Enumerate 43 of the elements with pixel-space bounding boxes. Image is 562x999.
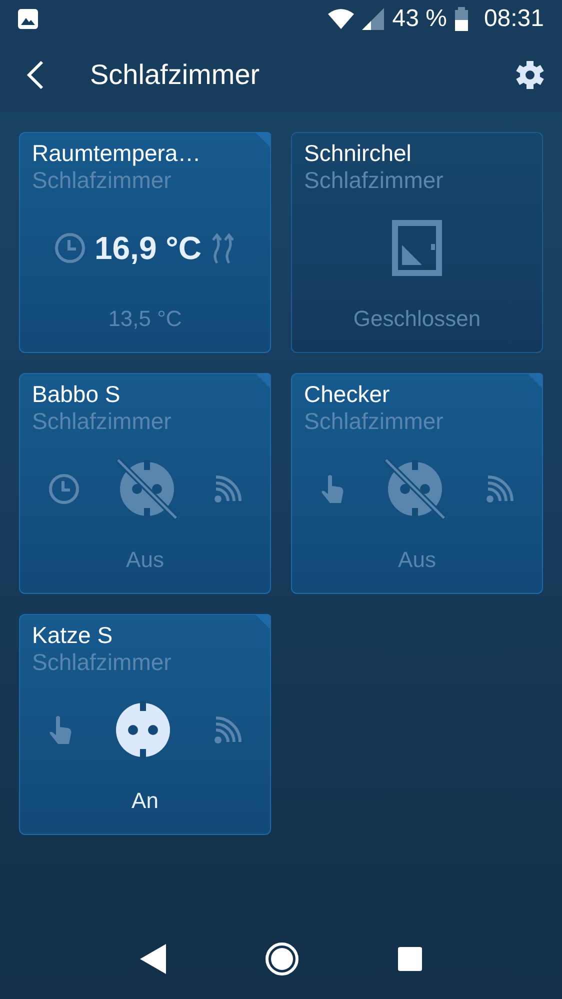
device-state: Aus	[125, 546, 165, 574]
signal-strength-icon	[486, 474, 514, 502]
device-name: Babbo S	[32, 380, 122, 408]
image-notification-icon	[18, 9, 38, 29]
device-state: An	[130, 787, 160, 815]
back-nav-icon[interactable]	[140, 944, 166, 974]
device-name: Raumtempera…	[32, 139, 202, 167]
corner-fold-icon	[527, 373, 543, 389]
device-tile[interactable]: Katze S Schlafzimmer An	[19, 614, 271, 835]
device-name: Schnirchel	[304, 139, 412, 167]
corner-fold-icon	[255, 614, 271, 630]
settings-icon[interactable]	[516, 61, 544, 89]
door-icon	[392, 220, 442, 276]
heating-icon	[210, 232, 236, 264]
device-tile[interactable]: Schnirchel Schlafzimmer Geschlossen	[291, 132, 543, 353]
wifi-icon	[328, 8, 354, 30]
corner-fold-icon	[255, 373, 271, 389]
current-temperature: 16,9 °C	[94, 228, 202, 268]
battery-icon	[454, 7, 468, 31]
clock-icon	[54, 232, 86, 264]
room-name: Schlafzimmer	[32, 167, 172, 193]
device-name: Katze S	[32, 621, 114, 649]
recents-nav-icon[interactable]	[398, 947, 422, 971]
room-name: Schlafzimmer	[32, 408, 172, 434]
room-name: Schlafzimmer	[304, 167, 444, 193]
device-state: Geschlossen	[352, 305, 482, 333]
room-name: Schlafzimmer	[304, 408, 444, 434]
signal-strength-icon	[214, 474, 242, 502]
target-temperature: 13,5 °C	[107, 305, 183, 333]
clock-time: 08:31	[484, 4, 544, 34]
device-name: Checker	[304, 380, 391, 408]
device-tile[interactable]: Babbo S Schlafzimmer Aus	[19, 373, 271, 594]
signal-icon	[362, 8, 384, 30]
corner-fold-icon	[255, 132, 271, 148]
room-name: Schlafzimmer	[32, 649, 172, 675]
home-nav-icon[interactable]	[264, 942, 299, 976]
back-icon[interactable]	[26, 60, 44, 90]
device-tile[interactable]: Raumtempera… Schlafzimmer 16,9 °C 13,5 °C	[19, 132, 271, 353]
device-tile[interactable]: Checker Schlafzimmer Aus	[291, 373, 543, 594]
signal-strength-icon	[214, 716, 242, 744]
page-title: Schlafzimmer	[90, 58, 260, 92]
battery-percentage: 43 %	[392, 4, 447, 34]
device-state: Aus	[397, 546, 437, 574]
